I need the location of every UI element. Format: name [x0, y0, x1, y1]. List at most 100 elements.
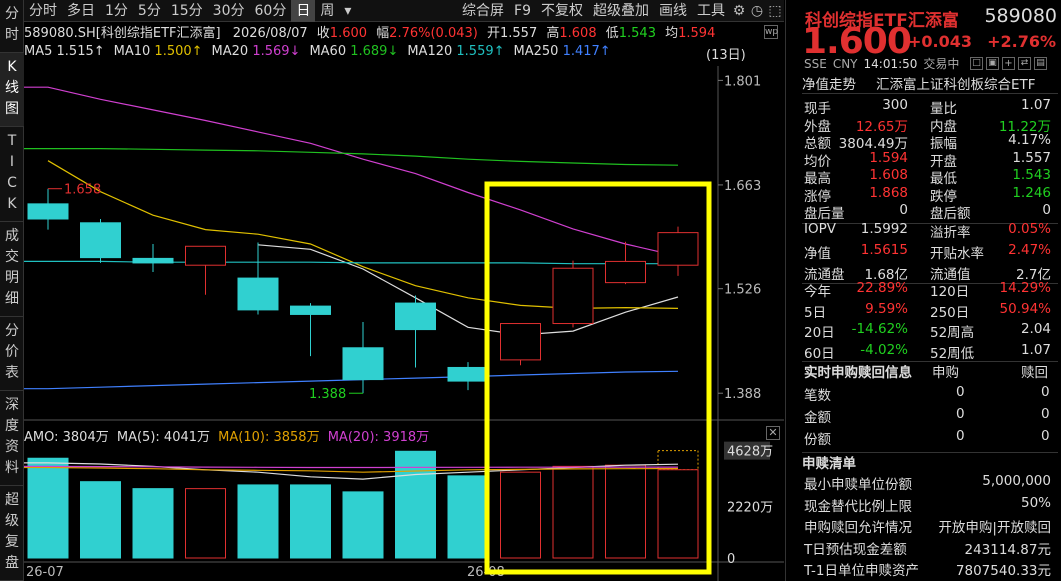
toolbar-item-5[interactable]: 工具 [692, 0, 730, 22]
candle-body [605, 260, 646, 284]
volume-bar [342, 491, 384, 559]
ma20-line [24, 86, 679, 257]
vtab-char: 价 [5, 344, 19, 360]
realtime-value: 0 [956, 406, 965, 422]
period-8[interactable]: 周 [315, 0, 339, 22]
volume-bar [132, 488, 174, 559]
vol-ma5-value: 4041万 [163, 430, 211, 445]
quote-change: +0.043 [908, 32, 973, 51]
redeem-value: 5,000,000 [982, 473, 1051, 489]
candle-body [237, 277, 279, 311]
vtab-char: 细 [5, 291, 19, 307]
vtab-1[interactable]: K线图 [0, 53, 24, 127]
volume-bar [552, 465, 594, 559]
vtab-5[interactable]: 深度资料 [0, 391, 24, 486]
vtab-char: 复 [5, 534, 19, 550]
quote-label: 盘后量 [804, 206, 845, 222]
kline-svg: 1.8011.6631.5261.3884628万2220万026-07 26-0… [24, 66, 784, 581]
realtime-label: 份额 [804, 432, 831, 448]
tab-nav-trend[interactable]: 净值走势 [802, 73, 856, 93]
clock-icon[interactable]: ◷ [748, 3, 766, 19]
period-1[interactable]: 多日 [62, 0, 100, 22]
quote-tabs: 净值走势 汇添富上证科创板综合ETF [802, 72, 1058, 94]
volume-bar [290, 484, 331, 559]
quote-value: 1.594 [869, 149, 908, 166]
period-7[interactable]: 日 [291, 0, 316, 22]
realtime-value: 0 [1041, 406, 1050, 422]
close-volume-pane-icon[interactable]: ✕ [766, 426, 780, 440]
vtab-char: K [7, 59, 17, 75]
candle-body [80, 222, 121, 259]
vol-ma20-value: 3918万 [383, 430, 430, 445]
quote-value: 1.868 [869, 184, 908, 201]
square-icon[interactable]: ▣ [986, 57, 999, 70]
quote-value: 0 [899, 202, 908, 218]
quote-label: 5日 [804, 304, 827, 321]
tab-fund-name[interactable]: 汇添富上证科创板综合ETF [876, 73, 1036, 93]
vtab-3[interactable]: 成交明细 [0, 222, 24, 317]
candle-body [185, 245, 226, 266]
toolbar-item-1[interactable]: F9 [509, 0, 536, 22]
expand-icon[interactable]: □ [970, 57, 983, 70]
vtab-char: K [7, 196, 17, 212]
redeem-value: 243114.87元 [964, 541, 1051, 558]
quote-value: 50.94% [999, 300, 1051, 317]
more-periods-icon[interactable]: ▾ [339, 0, 356, 22]
quote-value: 1.5615 [860, 242, 908, 258]
quote-value: 2.04 [1020, 321, 1051, 337]
quote-subline: SSE CNY 14:01:50 交易中 □ ▣ + ⇄ ▤ [804, 55, 1047, 72]
price-axis-label: 1.526 [724, 283, 761, 298]
volume-header-row: AMO: 3804万 MA(5): 4041万 MA(10): 3858万 MA… [24, 426, 429, 445]
panel-icon-group: □ ▣ + ⇄ ▤ [970, 57, 1047, 70]
window-icon[interactable]: ⬚ [766, 3, 784, 19]
quote-label: 120日 [930, 284, 970, 300]
vtab-6[interactable]: 超级复盘 [0, 486, 24, 581]
x-axis-label: 26-07 [26, 565, 64, 580]
candle-body [290, 305, 331, 315]
period-6[interactable]: 60分 [250, 0, 292, 22]
amo-value: 3804万 [62, 430, 109, 445]
vtab-4[interactable]: 分价表 [0, 317, 24, 391]
toolbar-item-3[interactable]: 超级叠加 [588, 0, 654, 22]
vtab-char: 时 [5, 27, 19, 43]
redeem-value: 7807540.33元 [955, 563, 1051, 579]
quote-value: 1.5992 [860, 221, 908, 237]
volume-axis-label: 0 [727, 552, 735, 567]
toolbar-right: 综合屏 F9 不复权 超级叠加 画线 工具 ⚙ ◷ ⬚ [457, 0, 784, 22]
period-2[interactable]: 1分 [100, 0, 133, 22]
settings-icon[interactable]: ⚙ [730, 3, 748, 19]
candle-body [342, 347, 384, 381]
quote-value: 1.557 [1012, 149, 1051, 166]
vtab-0[interactable]: 分时 [0, 0, 24, 53]
quote-label: 250日 [930, 304, 970, 321]
vol-ma5-label: MA(5): [116, 430, 160, 445]
vtab-char: 明 [5, 270, 19, 286]
amo-label: AMO: [24, 430, 59, 445]
volume-axis-label: 4628万 [727, 445, 773, 460]
volume-bar [447, 475, 489, 559]
quote-change-pct: +2.76% [987, 32, 1056, 51]
toolbar-item-2[interactable]: 不复权 [536, 0, 588, 22]
quote-panel: 科创综指ETF汇添富 589080 1.600 +0.043 +2.76% SS… [785, 0, 1061, 581]
quote-value: 0 [1042, 202, 1051, 218]
toolbar-item-0[interactable]: 综合屏 [457, 0, 509, 22]
vtab-char: 成 [5, 228, 19, 244]
quote-value: 4.17% [1008, 132, 1051, 148]
realtime-label: 笔数 [804, 388, 831, 404]
redeem-title: 申赎清单 [802, 456, 856, 472]
price-axis-label: 1.801 [724, 74, 761, 89]
candle-body [447, 366, 489, 382]
quote-time: 14:01:50 [863, 56, 918, 71]
plus-icon[interactable]: + [1002, 57, 1015, 70]
period-4[interactable]: 15分 [166, 0, 208, 22]
quote-label: 60日 [804, 345, 835, 362]
period-3[interactable]: 5分 [133, 0, 166, 22]
vtab-char: T [7, 133, 17, 149]
sync-icon[interactable]: ⇄ [1018, 57, 1031, 70]
toolbar-item-4[interactable]: 画线 [654, 0, 692, 22]
period-5[interactable]: 30分 [208, 0, 250, 22]
period-0[interactable]: 分时 [24, 0, 62, 22]
vtab-2[interactable]: TICK [0, 127, 24, 222]
chart-icon[interactable]: ▤ [1034, 57, 1047, 70]
quote-label: 今年 [804, 284, 831, 300]
